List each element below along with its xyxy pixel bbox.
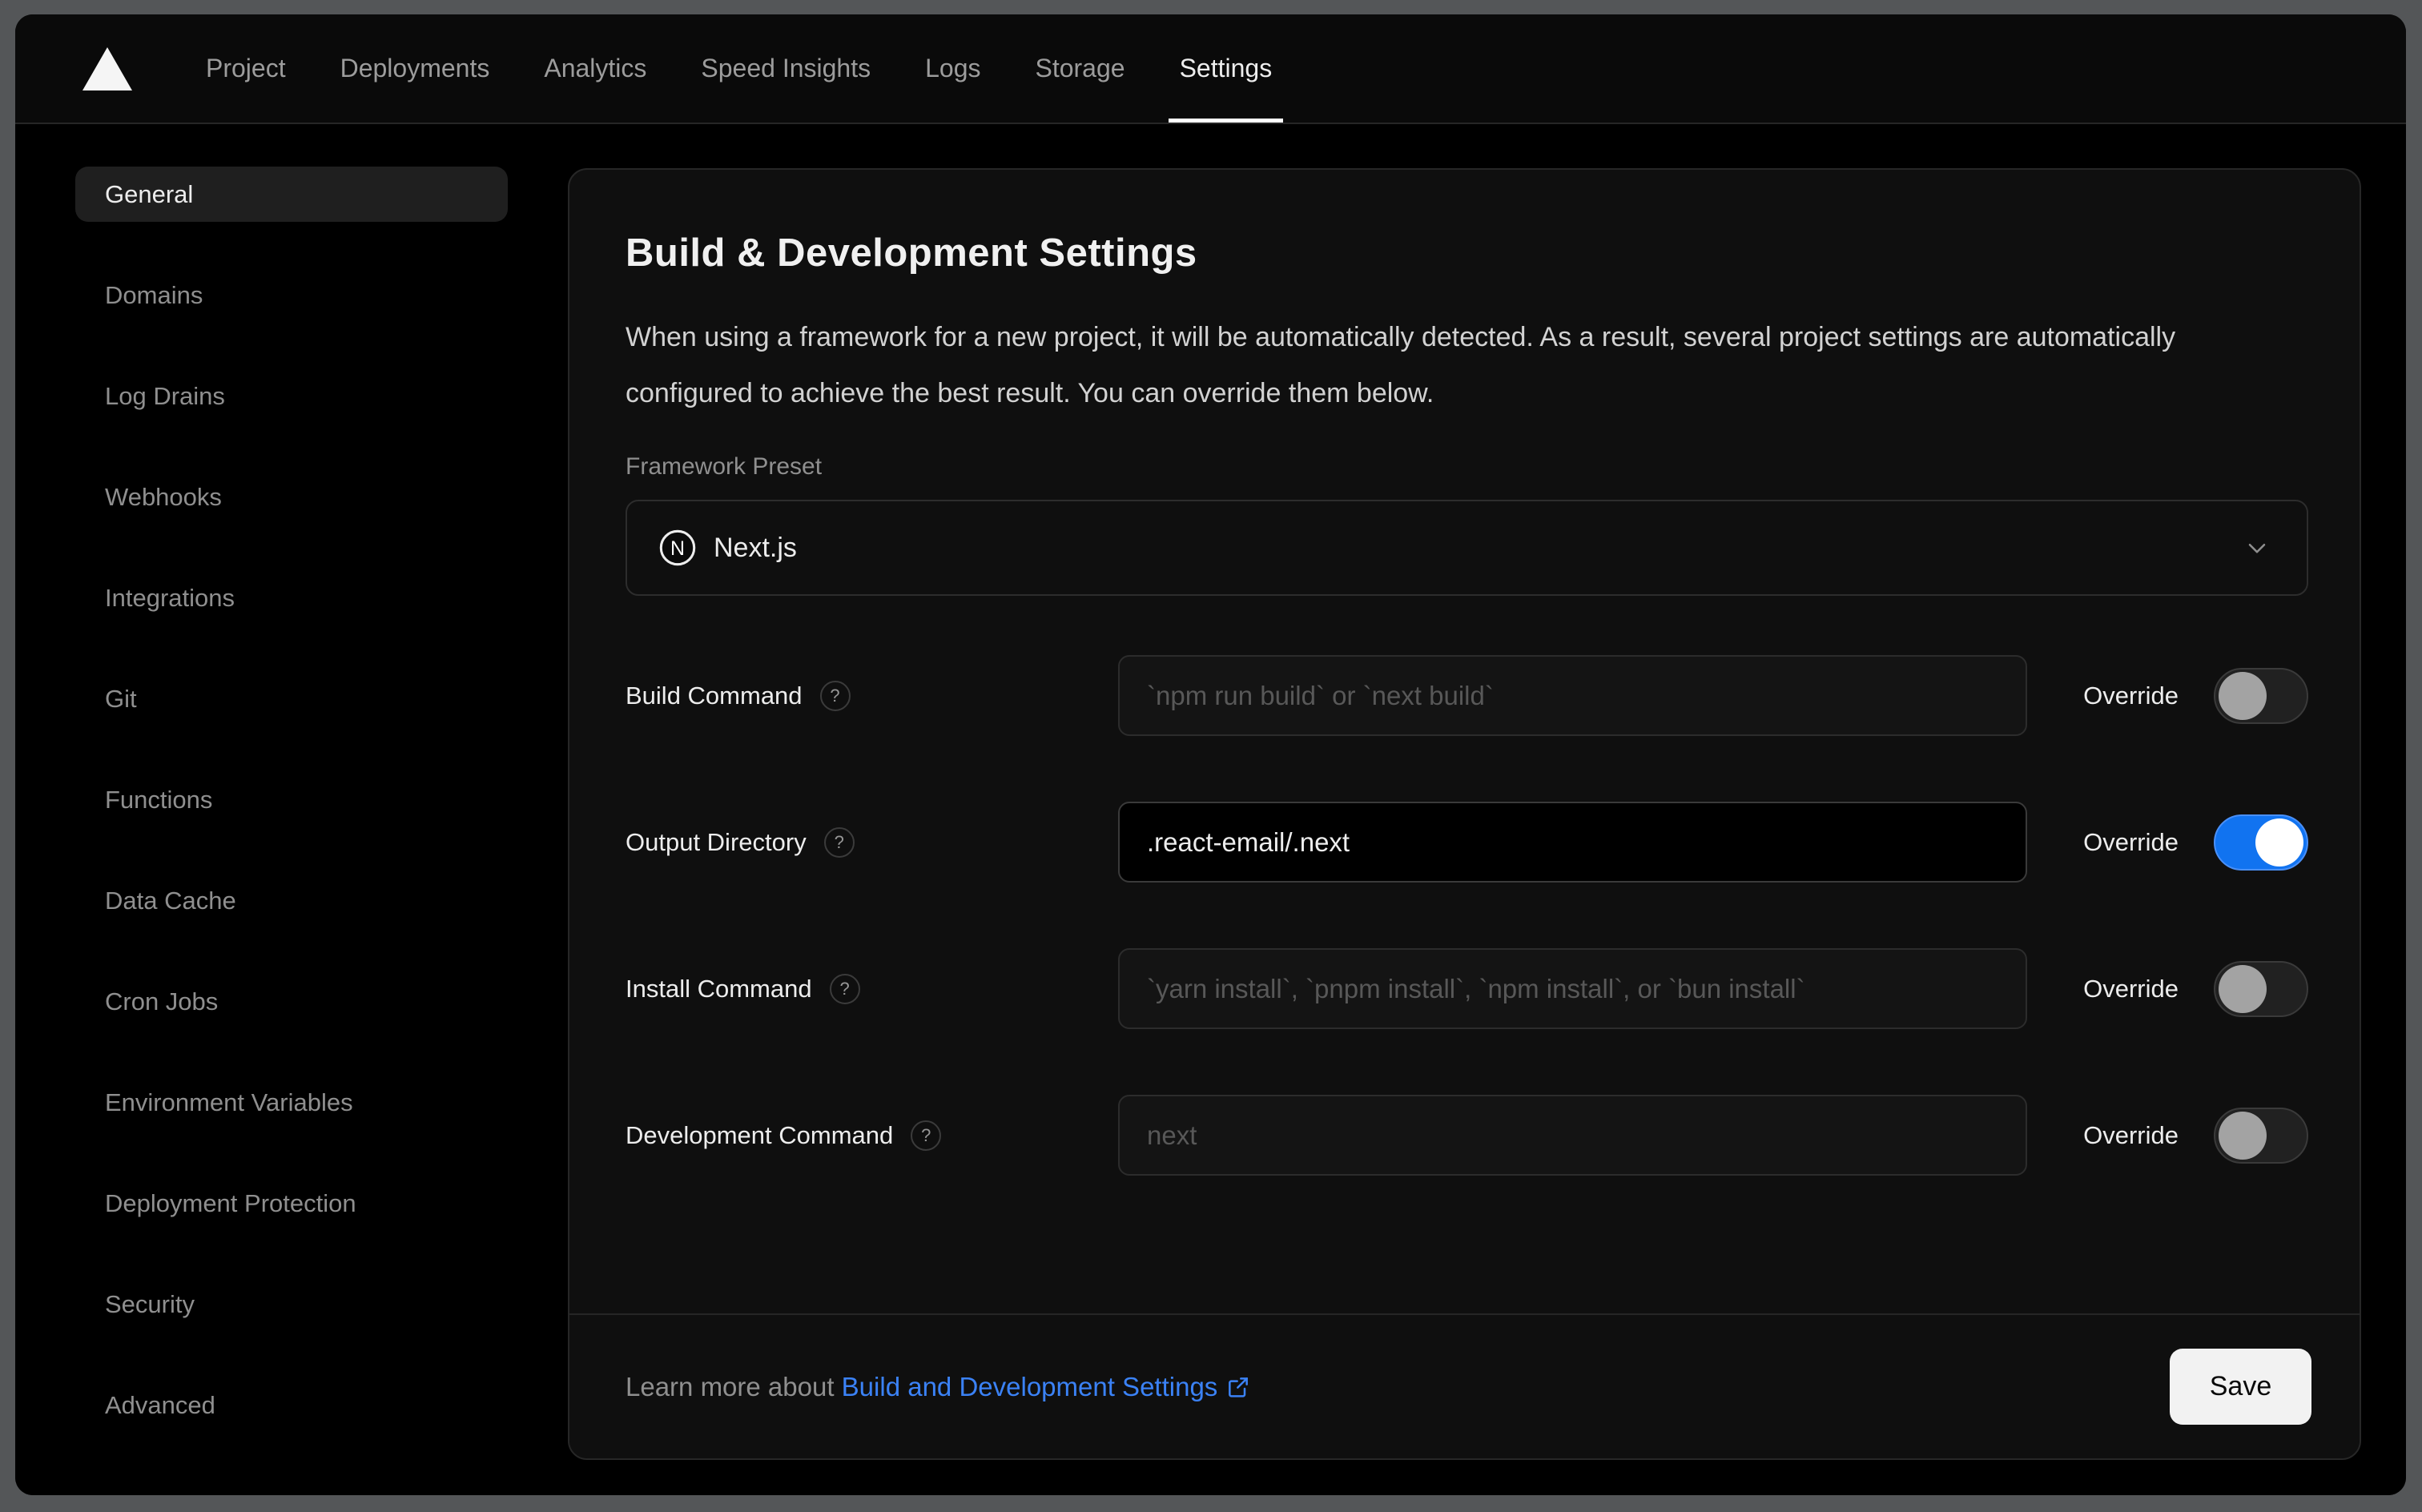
output-directory-label-group: Output Directory ? [626, 826, 1118, 858]
sidebar-item-data-cache[interactable]: Data Cache [75, 873, 508, 928]
output-directory-label: Output Directory [626, 827, 807, 856]
build-command-row: Build Command ? Override [626, 655, 2308, 736]
override-label: Override [2083, 681, 2179, 710]
vercel-logo[interactable] [82, 14, 132, 123]
install-command-row: Install Command ? Override [626, 948, 2308, 1029]
nav-tabs: Project Deployments Analytics Speed Insi… [179, 14, 1299, 123]
app-window: Project Deployments Analytics Speed Insi… [15, 14, 2406, 1495]
tab-logs[interactable]: Logs [898, 14, 1008, 123]
build-command-override: Override [2083, 667, 2308, 724]
override-label: Override [2083, 1120, 2179, 1149]
build-command-label-group: Build Command ? [626, 680, 1118, 711]
settings-sidebar: General Domains Log Drains Webhooks Inte… [15, 124, 568, 1495]
development-command-override-toggle[interactable] [2214, 1107, 2308, 1164]
chevron-down-icon [2248, 543, 2266, 553]
install-command-override: Override [2083, 960, 2308, 1017]
toggle-knob [2219, 964, 2267, 1013]
content-area: General Domains Log Drains Webhooks Inte… [15, 124, 2406, 1495]
build-command-input[interactable] [1118, 655, 2028, 736]
sidebar-item-integrations[interactable]: Integrations [75, 570, 508, 625]
override-label: Override [2083, 827, 2179, 856]
output-directory-help-icon[interactable]: ? [823, 826, 855, 858]
card-body: Build & Development Settings When using … [569, 170, 2360, 1313]
tab-deployments[interactable]: Deployments [313, 14, 517, 123]
build-command-label: Build Command [626, 681, 803, 710]
learn-more-text: Learn more about Build and Development S… [626, 1372, 1251, 1402]
sidebar-item-cron-jobs[interactable]: Cron Jobs [75, 974, 508, 1029]
page-description: When using a framework for a new project… [626, 322, 2176, 408]
main-panel: Build & Development Settings When using … [568, 124, 2406, 1495]
page-title: Build & Development Settings [626, 231, 1197, 275]
sidebar-item-git[interactable]: Git [75, 671, 508, 726]
toggle-knob [2255, 818, 2303, 867]
development-command-help-icon[interactable]: ? [911, 1120, 942, 1151]
development-command-override: Override [2083, 1107, 2308, 1164]
framework-preset-label: Framework Preset [626, 453, 823, 480]
svg-text:N: N [670, 537, 685, 560]
tab-settings[interactable]: Settings [1153, 14, 1300, 123]
install-command-input[interactable] [1118, 948, 2028, 1029]
learn-more-prefix: Learn more about [626, 1371, 842, 1401]
install-command-label: Install Command [626, 974, 812, 1003]
tab-project[interactable]: Project [179, 14, 313, 123]
sidebar-item-functions[interactable]: Functions [75, 772, 508, 827]
build-command-help-icon[interactable]: ? [819, 680, 851, 711]
external-link-icon [1225, 1374, 1251, 1400]
development-command-label: Development Command [626, 1120, 894, 1149]
build-settings-docs-link[interactable]: Build and Development Settings [842, 1372, 1252, 1402]
card-footer: Learn more about Build and Development S… [569, 1313, 2360, 1458]
top-nav: Project Deployments Analytics Speed Insi… [15, 14, 2406, 124]
build-settings-card: Build & Development Settings When using … [568, 168, 2361, 1460]
sidebar-item-general[interactable]: General [75, 167, 508, 222]
development-command-row: Development Command ? Override [626, 1095, 2308, 1176]
override-label: Override [2083, 974, 2179, 1003]
output-directory-override-toggle[interactable] [2214, 814, 2308, 871]
sidebar-item-advanced[interactable]: Advanced [75, 1377, 508, 1433]
framework-preset-value: Next.js [714, 532, 797, 563]
output-directory-override: Override [2083, 814, 2308, 871]
install-command-override-toggle[interactable] [2214, 960, 2308, 1017]
sidebar-item-environment-variables[interactable]: Environment Variables [75, 1075, 508, 1130]
development-command-input[interactable] [1118, 1095, 2028, 1176]
settings-rows: Build Command ? Override [626, 655, 2308, 1176]
toggle-knob [2219, 671, 2267, 720]
install-command-help-icon[interactable]: ? [829, 973, 860, 1004]
development-command-label-group: Development Command ? [626, 1120, 1118, 1151]
nextjs-logo-icon: N [659, 529, 696, 566]
output-directory-row: Output Directory ? Override [626, 802, 2308, 883]
framework-preset-select[interactable]: N Next.js [626, 500, 2308, 596]
sidebar-item-deployment-protection[interactable]: Deployment Protection [75, 1176, 508, 1231]
vercel-triangle-icon [82, 46, 132, 90]
tab-speed-insights[interactable]: Speed Insights [674, 14, 898, 123]
sidebar-item-security[interactable]: Security [75, 1277, 508, 1332]
install-command-label-group: Install Command ? [626, 973, 1118, 1004]
sidebar-item-webhooks[interactable]: Webhooks [75, 469, 508, 525]
docs-link-label: Build and Development Settings [841, 1371, 1218, 1401]
sidebar-item-domains[interactable]: Domains [75, 267, 508, 323]
tab-analytics[interactable]: Analytics [517, 14, 674, 123]
output-directory-input[interactable] [1118, 802, 2028, 883]
build-command-override-toggle[interactable] [2214, 667, 2308, 724]
toggle-knob [2219, 1111, 2267, 1160]
sidebar-item-log-drains[interactable]: Log Drains [75, 368, 508, 424]
save-button[interactable]: Save [2170, 1349, 2311, 1425]
tab-storage[interactable]: Storage [1008, 14, 1152, 123]
